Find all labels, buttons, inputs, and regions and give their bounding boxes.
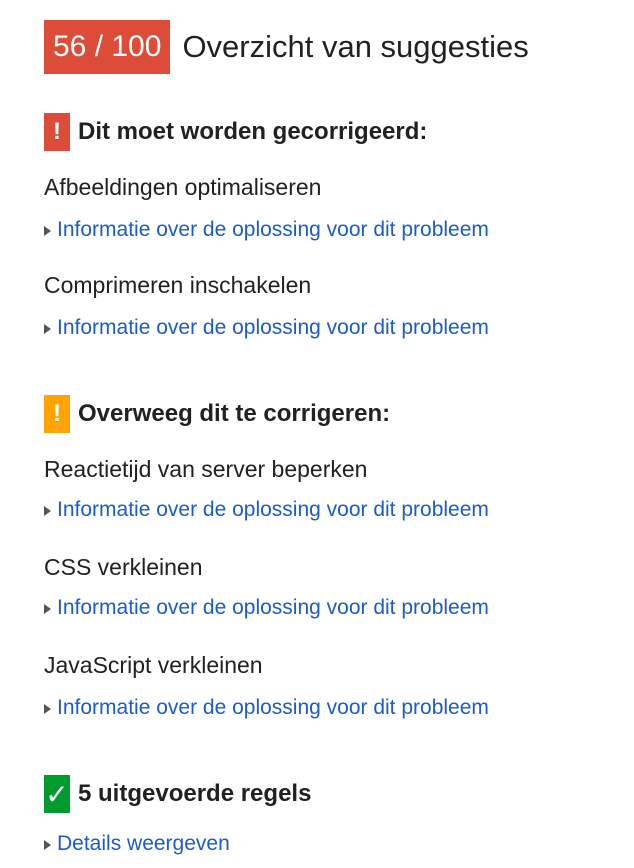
rule-link-minify-js[interactable]: Informatie over de oplossing voor dit pr…: [44, 696, 489, 720]
rule-link-server-response[interactable]: Informatie over de oplossing voor dit pr…: [44, 498, 489, 522]
show-details-link[interactable]: Details weergeven: [44, 832, 230, 856]
rule-link-text[interactable]: Informatie over de oplossing voor dit pr…: [57, 596, 489, 620]
rule-link-text[interactable]: Informatie over de oplossing voor dit pr…: [57, 218, 489, 242]
expand-triangle-icon[interactable]: [44, 603, 51, 614]
checkmark-icon: ✓: [44, 775, 70, 813]
rule-link-optimize-images[interactable]: Informatie over de oplossing voor dit pr…: [44, 218, 489, 242]
rule-name-server-response: Reactietijd van server beperken: [44, 456, 368, 482]
exclamation-icon: !: [44, 113, 70, 151]
show-details-text[interactable]: Details weergeven: [57, 832, 230, 856]
page-title: Overzicht van suggesties: [182, 29, 529, 64]
rule-name-minify-css: CSS verkleinen: [44, 554, 203, 580]
passed-rules-heading: ✓ 5 uitgevoerde regels: [44, 775, 311, 813]
consider-fix-title: Overweeg dit te corrigeren:: [78, 400, 391, 427]
expand-triangle-icon[interactable]: [44, 839, 51, 850]
consider-fix-heading: ! Overweeg dit te corrigeren:: [44, 395, 390, 433]
expand-triangle-icon[interactable]: [44, 505, 51, 516]
score-badge: 56 / 100: [44, 20, 171, 74]
exclamation-icon: !: [44, 395, 70, 433]
expand-triangle-icon[interactable]: [44, 703, 51, 714]
expand-triangle-icon[interactable]: [44, 225, 51, 236]
rule-link-text[interactable]: Informatie over de oplossing voor dit pr…: [57, 696, 489, 720]
rule-link-text[interactable]: Informatie over de oplossing voor dit pr…: [57, 498, 489, 522]
rule-name-optimize-images: Afbeeldingen optimaliseren: [44, 174, 322, 200]
page: 56 / 100 Overzicht van suggesties ! Dit …: [0, 0, 634, 868]
rule-name-enable-compression: Comprimeren inschakelen: [44, 272, 312, 298]
header: 56 / 100 Overzicht van suggesties: [44, 20, 529, 74]
must-fix-heading: ! Dit moet worden gecorrigeerd:: [44, 113, 427, 151]
expand-triangle-icon[interactable]: [44, 323, 51, 334]
rule-name-minify-js: JavaScript verkleinen: [44, 652, 263, 678]
rule-link-enable-compression[interactable]: Informatie over de oplossing voor dit pr…: [44, 316, 489, 340]
must-fix-title: Dit moet worden gecorrigeerd:: [78, 118, 428, 145]
rule-link-minify-css[interactable]: Informatie over de oplossing voor dit pr…: [44, 596, 489, 620]
passed-rules-title: 5 uitgevoerde regels: [78, 780, 312, 807]
rule-link-text[interactable]: Informatie over de oplossing voor dit pr…: [57, 316, 489, 340]
